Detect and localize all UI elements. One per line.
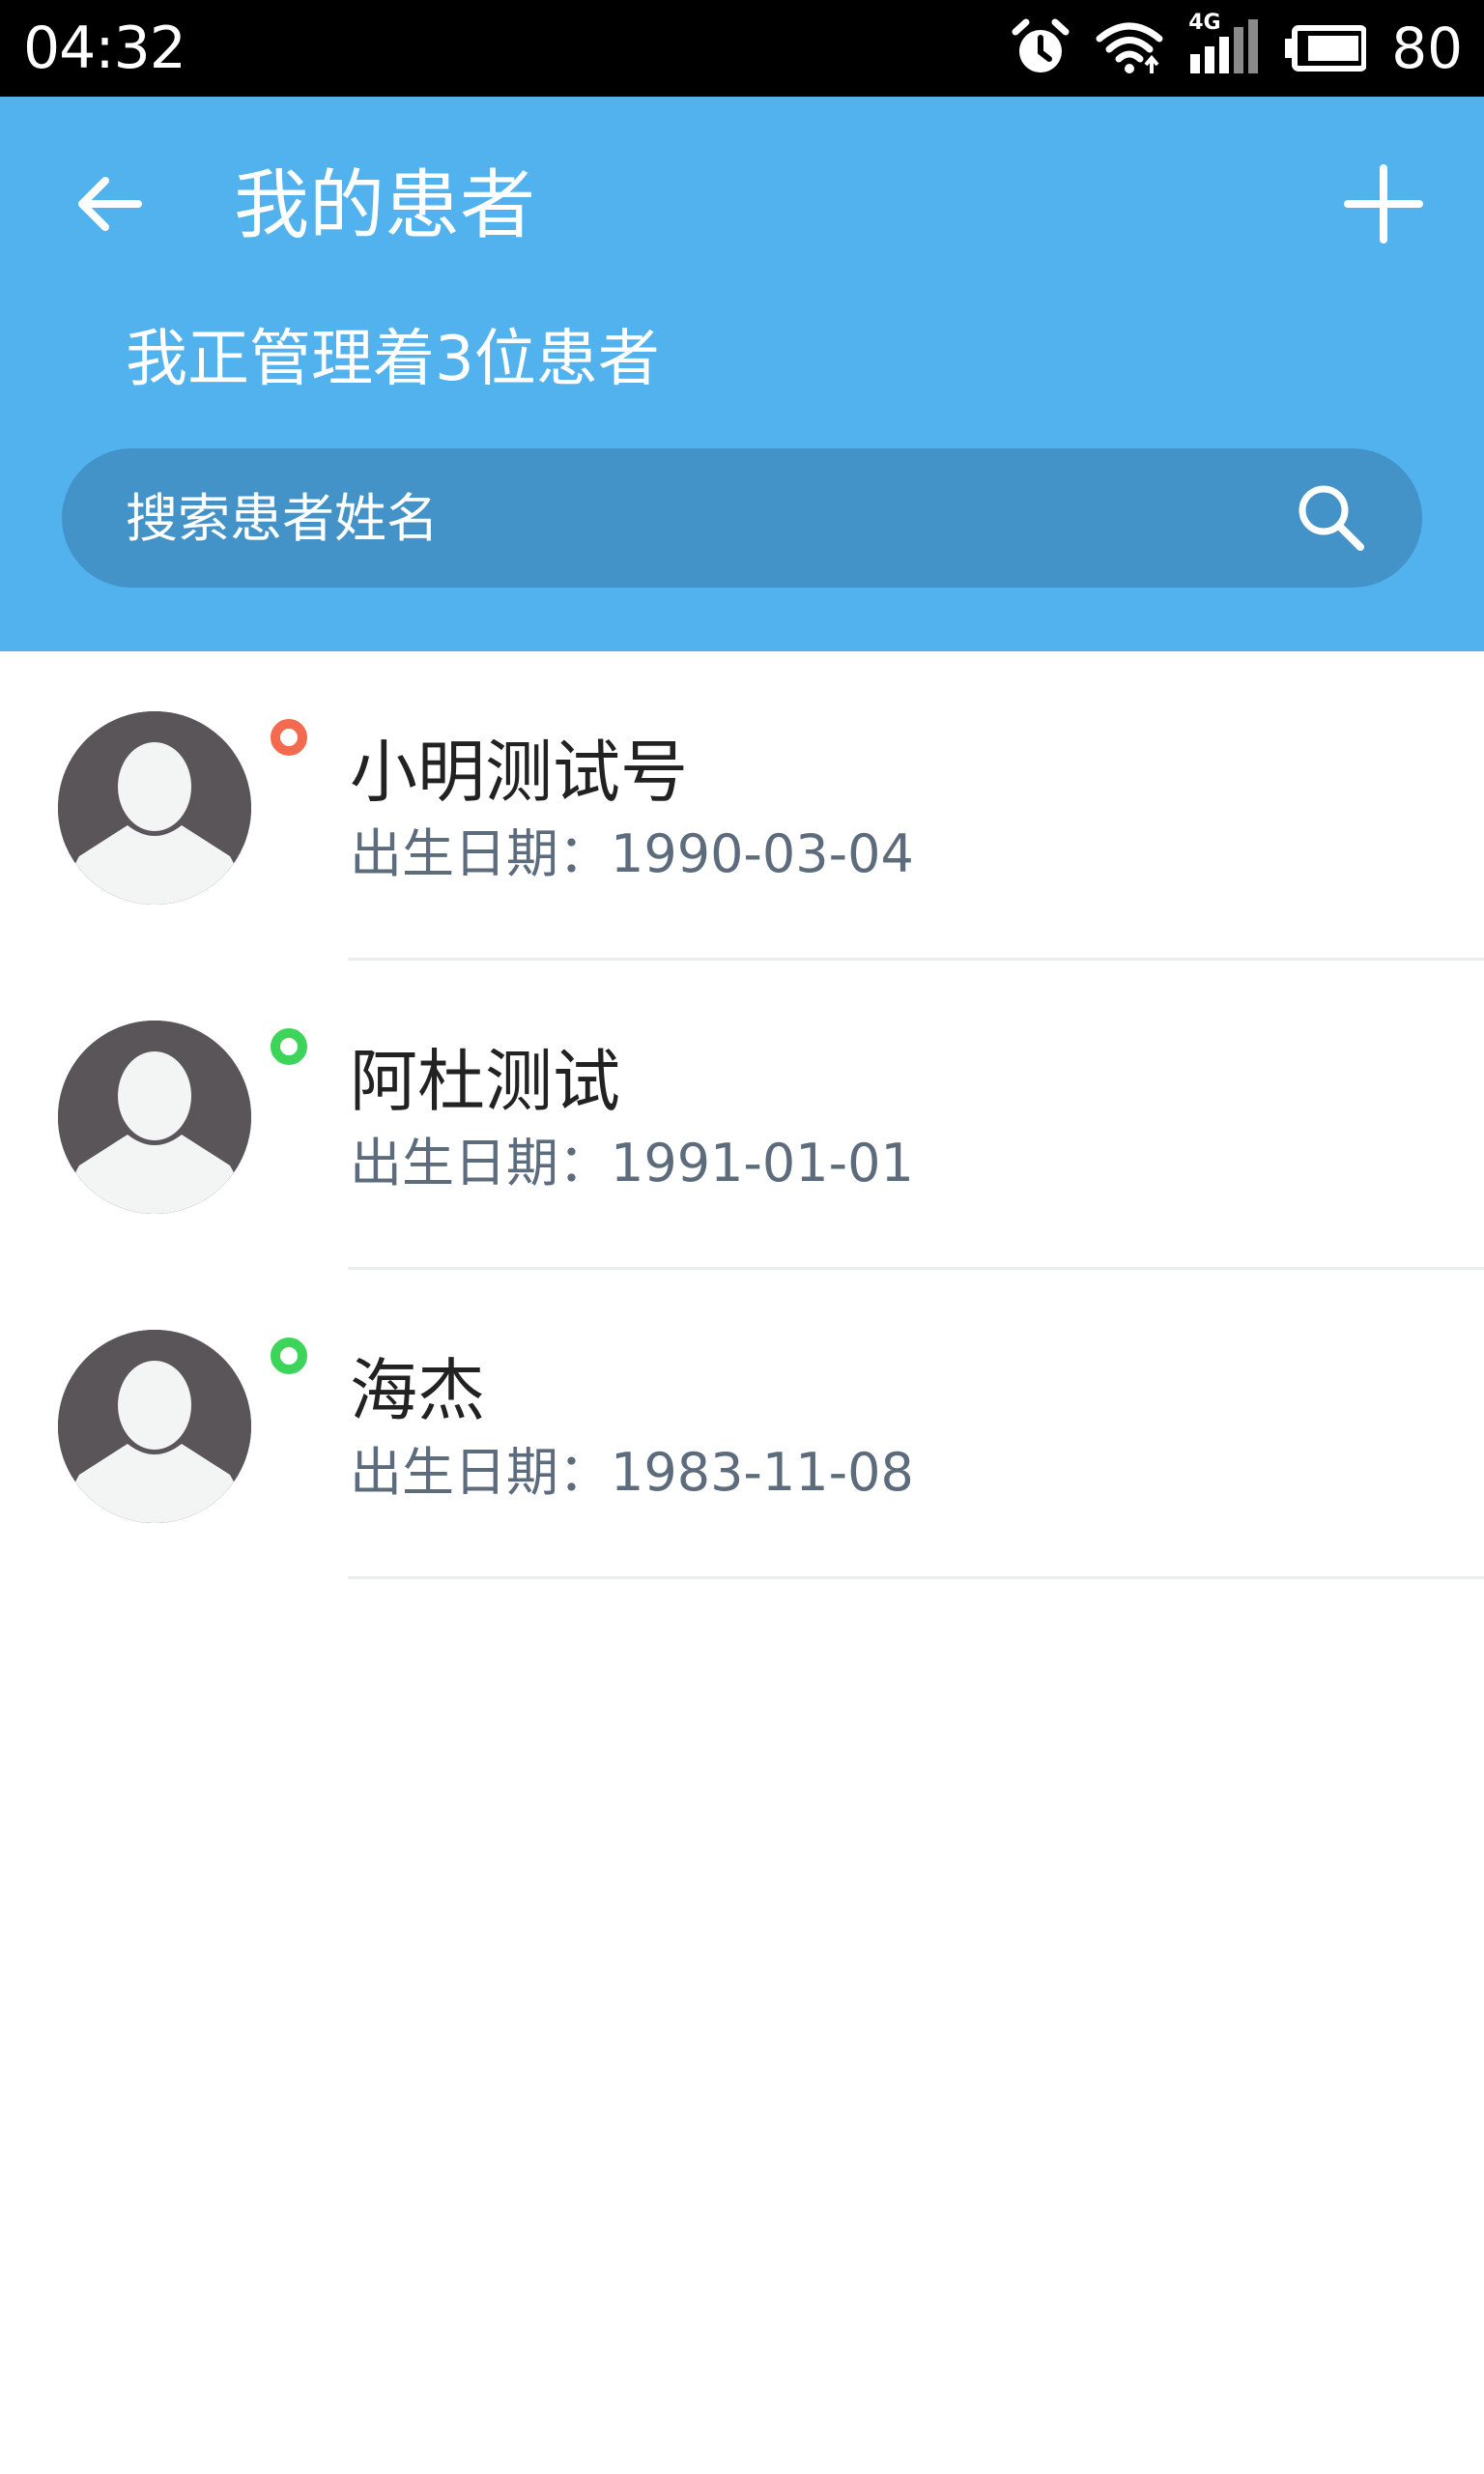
patient-name: 小明测试号 (350, 733, 688, 812)
plus-icon (1344, 164, 1423, 247)
alarm-icon (1011, 18, 1070, 78)
status-dot (271, 1028, 307, 1065)
status-time: 04:32 (23, 14, 186, 82)
status-icons: 4G 80 (1011, 12, 1463, 83)
patient-birth-date: 出生日期：1991-01-01 (350, 1133, 914, 1194)
add-patient-button[interactable] (1326, 153, 1441, 259)
search-button[interactable] (1295, 481, 1368, 555)
patient-name: 阿杜测试 (350, 1042, 620, 1121)
default-avatar-icon (58, 711, 251, 905)
search-input[interactable] (126, 448, 1237, 588)
patient-list-item[interactable]: 小明测试号 出生日期：1990-03-04 (0, 651, 1484, 961)
avatar (58, 1330, 251, 1523)
status-dot (271, 1338, 307, 1374)
patient-list-item[interactable]: 阿杜测试 出生日期：1991-01-01 (0, 961, 1484, 1270)
signal-4g-icon: 4G (1188, 12, 1259, 77)
patient-list-item[interactable]: 海杰 出生日期：1983-11-08 (0, 1270, 1484, 1579)
avatar (58, 1021, 251, 1214)
search-icon (1295, 485, 1368, 559)
arrow-left-icon (74, 173, 144, 239)
status-dot (271, 719, 307, 756)
patient-count-subtitle: 我正管理着3位患者 (126, 324, 660, 395)
patient-name: 海杰 (350, 1351, 485, 1430)
battery-icon (1283, 24, 1367, 72)
patient-list: 小明测试号 出生日期：1990-03-04 阿杜测试 出生日期：1991-01-… (0, 651, 1484, 1579)
back-button[interactable] (56, 153, 162, 259)
default-avatar-icon (58, 1021, 251, 1214)
header: 我的患者 我正管理着3位患者 (0, 97, 1484, 651)
divider (348, 1576, 1484, 1579)
wifi-icon (1096, 19, 1163, 77)
patient-birth-date: 出生日期：1983-11-08 (350, 1442, 914, 1503)
status-bar: 04:32 4G 80 (0, 0, 1484, 97)
patient-birth-date: 出生日期：1990-03-04 (350, 823, 914, 884)
battery-level: 80 (1391, 15, 1463, 81)
avatar (58, 711, 251, 905)
default-avatar-icon (58, 1330, 251, 1523)
network-label: 4G (1188, 11, 1221, 35)
search-bar (62, 448, 1422, 588)
page-title: 我的患者 (234, 162, 536, 249)
